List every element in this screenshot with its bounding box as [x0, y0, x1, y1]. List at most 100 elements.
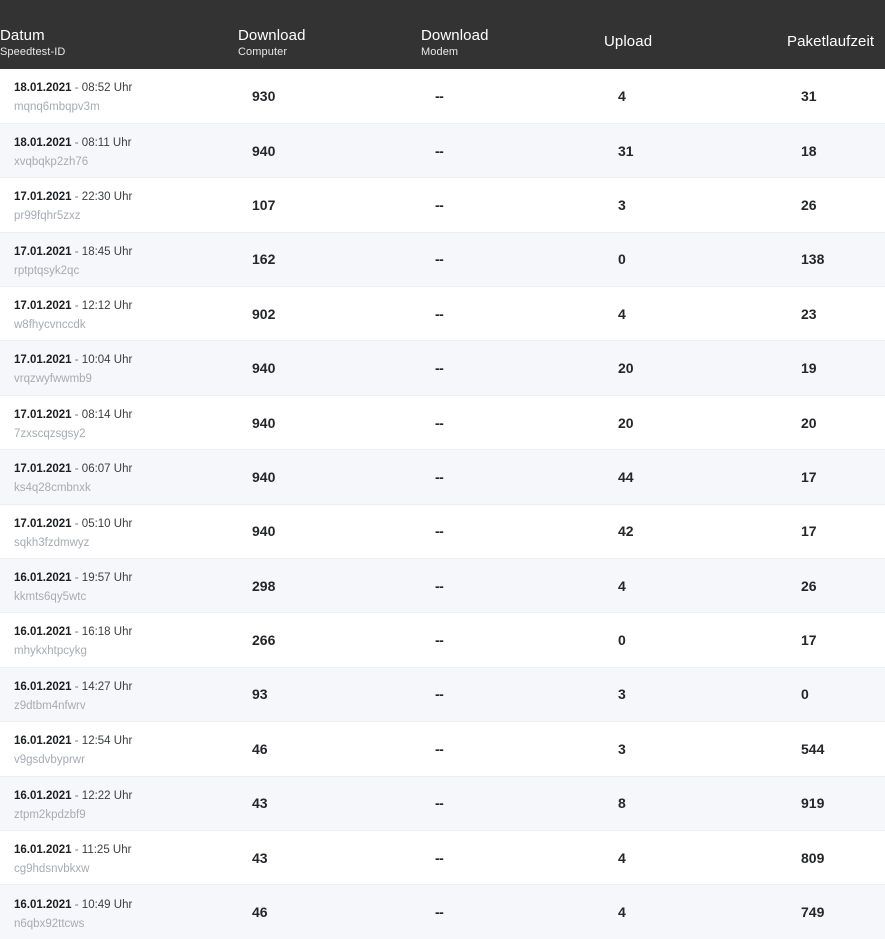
- row-date-separator: -: [71, 300, 82, 313]
- cell-download-modem: --: [421, 177, 604, 233]
- cell-upload: 4: [604, 286, 787, 341]
- row-speedtest-id: z9dtbm4nfwrv: [14, 699, 86, 712]
- column-header-datum[interactable]: Datum Speedtest-ID: [0, 0, 238, 69]
- row-date-separator: -: [71, 843, 82, 856]
- column-header-upload-title: Upload: [604, 33, 653, 51]
- cell-download-computer: 940: [238, 122, 421, 178]
- row-date: 16.01.2021 - 14:27 Uhr: [14, 681, 132, 693]
- cell-download-computer: 940: [238, 449, 421, 505]
- column-header-download-computer-title: Download: [238, 27, 306, 45]
- cell-paketlaufzeit: 20: [787, 394, 885, 450]
- row-speedtest-id: ztpm2kpdzbf9: [14, 808, 86, 821]
- row-date-time: 12:22 Uhr: [81, 789, 133, 802]
- row-date: 17.01.2021 - 12:12 Uhr: [14, 300, 132, 312]
- cell-upload: 0: [604, 231, 787, 287]
- cell-download-computer: 940: [238, 503, 421, 559]
- cell-datum: 16.01.2021 - 16:18 Uhr mhykxhtpcykg: [0, 612, 238, 668]
- row-date-separator: -: [71, 354, 82, 367]
- table-row[interactable]: 17.01.2021 - 06:07 Uhr ks4q28cmbnxk 940 -- 4…: [0, 449, 885, 505]
- table-row[interactable]: 17.01.2021 - 05:10 Uhr sqkh3fzdmwyz 940 -- 4…: [0, 503, 885, 559]
- row-date-separator: -: [71, 517, 82, 530]
- row-speedtest-id: 7zxscqzsgsy2: [14, 427, 86, 440]
- row-speedtest-id: cg9hdsnvbkxw: [14, 862, 90, 875]
- cell-download-computer: 43: [238, 775, 421, 831]
- row-speedtest-id: vrqzwyfwwmb9: [14, 373, 92, 386]
- table-row[interactable]: 16.01.2021 - 14:27 Uhr z9dtbm4nfwrv 93 -- 3 0: [0, 666, 885, 722]
- row-speedtest-id: kkmts6qy5wtc: [14, 591, 87, 604]
- cell-datum: 17.01.2021 - 18:45 Uhr rptptqsyk2qc: [0, 231, 238, 287]
- row-date-time: 19:57 Uhr: [81, 572, 133, 585]
- cell-paketlaufzeit: 23: [787, 286, 885, 341]
- row-date: 16.01.2021 - 12:54 Uhr: [14, 735, 132, 747]
- cell-download-modem: --: [421, 122, 604, 178]
- row-date-day: 17.01.2021: [14, 300, 72, 313]
- cell-datum: 16.01.2021 - 14:27 Uhr z9dtbm4nfwrv: [0, 666, 238, 722]
- row-date-day: 17.01.2021: [14, 245, 72, 258]
- table-row[interactable]: 16.01.2021 - 19:57 Uhr kkmts6qy5wtc 298 -- 4…: [0, 558, 885, 613]
- row-date: 16.01.2021 - 11:25 Uhr: [14, 844, 131, 856]
- cell-download-modem: --: [421, 558, 604, 613]
- cell-paketlaufzeit: 544: [787, 721, 885, 777]
- row-date: 16.01.2021 - 10:49 Uhr: [14, 899, 132, 911]
- table-row[interactable]: 16.01.2021 - 16:18 Uhr mhykxhtpcykg 266 -- 0…: [0, 612, 885, 668]
- row-date: 17.01.2021 - 10:04 Uhr: [14, 354, 132, 366]
- table-row[interactable]: 17.01.2021 - 22:30 Uhr pr99fqhr5zxz 107 -- 3…: [0, 177, 885, 233]
- row-date: 18.01.2021 - 08:52 Uhr: [14, 82, 132, 94]
- row-speedtest-id: mqnq6mbqpv3m: [14, 101, 100, 114]
- cell-upload: 20: [604, 394, 787, 450]
- cell-paketlaufzeit: 919: [787, 775, 885, 831]
- table-row[interactable]: 16.01.2021 - 10:49 Uhr n6qbx92ttcws 46 -- 4 7…: [0, 884, 885, 939]
- table-row[interactable]: 18.01.2021 - 08:52 Uhr mqnq6mbqpv3m 930 -- 4…: [0, 69, 885, 124]
- cell-datum: 16.01.2021 - 12:54 Uhr v9gsdvbyprwr: [0, 721, 238, 777]
- table-row[interactable]: 17.01.2021 - 10:04 Uhr vrqzwyfwwmb9 940 -- 2…: [0, 340, 885, 396]
- cell-download-computer: 940: [238, 394, 421, 450]
- cell-download-computer: 298: [238, 558, 421, 613]
- row-date-time: 12:54 Uhr: [81, 735, 133, 748]
- table-row[interactable]: 16.01.2021 - 12:22 Uhr ztpm2kpdzbf9 43 -- 8 9…: [0, 775, 885, 831]
- cell-download-computer: 93: [238, 666, 421, 722]
- row-speedtest-id: v9gsdvbyprwr: [14, 754, 85, 767]
- cell-datum: 16.01.2021 - 19:57 Uhr kkmts6qy5wtc: [0, 558, 238, 613]
- cell-upload: 0: [604, 612, 787, 668]
- table-row[interactable]: 16.01.2021 - 12:54 Uhr v9gsdvbyprwr 46 -- 3 5…: [0, 721, 885, 777]
- cell-download-modem: --: [421, 666, 604, 722]
- column-header-download-computer[interactable]: Download Computer: [238, 0, 421, 69]
- row-date-time: 16:18 Uhr: [81, 626, 133, 639]
- cell-upload: 31: [604, 122, 787, 178]
- cell-datum: 18.01.2021 - 08:11 Uhr xvqbqkp2zh76: [0, 122, 238, 178]
- row-speedtest-id: n6qbx92ttcws: [14, 917, 85, 930]
- cell-paketlaufzeit: 17: [787, 503, 885, 559]
- cell-paketlaufzeit: 18: [787, 122, 885, 178]
- row-speedtest-id: w8fhycvnccdk: [14, 319, 86, 332]
- cell-paketlaufzeit: 809: [787, 829, 885, 885]
- row-date-day: 17.01.2021: [14, 517, 72, 530]
- table-header: Datum Speedtest-ID Download Computer Dow…: [0, 0, 885, 69]
- column-header-download-modem[interactable]: Download Modem: [421, 0, 604, 69]
- table-row[interactable]: 17.01.2021 - 08:14 Uhr 7zxscqzsgsy2 940 -- 2…: [0, 394, 885, 450]
- row-date: 17.01.2021 - 22:30 Uhr: [14, 191, 132, 203]
- table-row[interactable]: 17.01.2021 - 12:12 Uhr w8fhycvnccdk 902 -- 4…: [0, 286, 885, 341]
- row-date: 16.01.2021 - 12:22 Uhr: [14, 790, 132, 802]
- table-row[interactable]: 16.01.2021 - 11:25 Uhr cg9hdsnvbkxw 43 -- 4 8…: [0, 829, 885, 885]
- row-date-separator: -: [71, 626, 82, 639]
- cell-paketlaufzeit: 26: [787, 177, 885, 233]
- cell-datum: 17.01.2021 - 12:12 Uhr w8fhycvnccdk: [0, 286, 238, 341]
- row-date-time: 08:11 Uhr: [81, 136, 132, 149]
- row-date-time: 06:07 Uhr: [81, 463, 133, 476]
- row-date-day: 16.01.2021: [14, 735, 72, 748]
- row-date-day: 17.01.2021: [14, 408, 72, 421]
- cell-datum: 18.01.2021 - 08:52 Uhr mqnq6mbqpv3m: [0, 69, 238, 123]
- column-header-download-modem-subtitle: Modem: [421, 46, 459, 59]
- column-header-paketlaufzeit[interactable]: Paketlaufzeit: [787, 0, 885, 69]
- cell-datum: 16.01.2021 - 10:49 Uhr n6qbx92ttcws: [0, 884, 238, 939]
- cell-download-computer: 902: [238, 286, 421, 341]
- cell-datum: 16.01.2021 - 12:22 Uhr ztpm2kpdzbf9: [0, 775, 238, 831]
- row-date-day: 16.01.2021: [14, 898, 72, 911]
- row-date-time: 08:52 Uhr: [81, 82, 133, 95]
- column-header-upload[interactable]: Upload: [604, 0, 787, 69]
- table-row[interactable]: 17.01.2021 - 18:45 Uhr rptptqsyk2qc 162 -- 0…: [0, 231, 885, 287]
- table-row[interactable]: 18.01.2021 - 08:11 Uhr xvqbqkp2zh76 940 -- 3…: [0, 122, 885, 178]
- row-date-separator: -: [71, 898, 82, 911]
- cell-upload: 4: [618, 87, 626, 104]
- row-date-day: 16.01.2021: [14, 680, 72, 693]
